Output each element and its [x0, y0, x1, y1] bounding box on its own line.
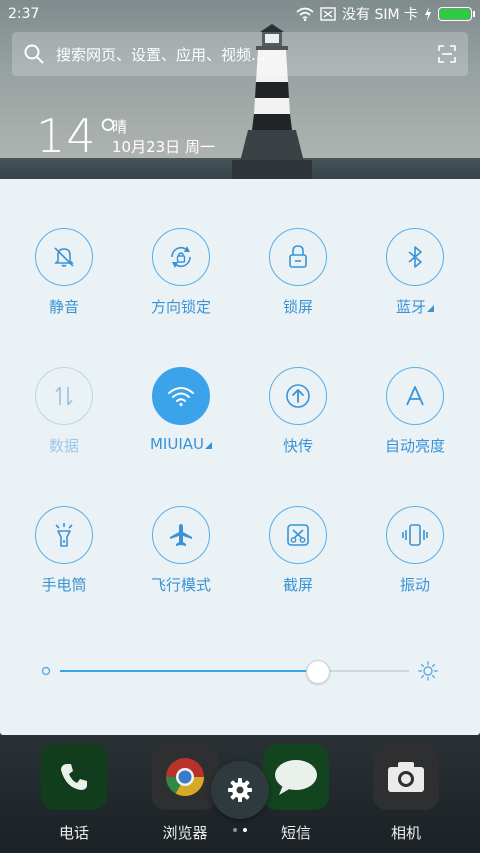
dock-app-label: 短信: [280, 824, 311, 842]
dock-app-label: 浏览器: [162, 824, 208, 842]
status-bar: 2:37 没有 SIM 卡: [0, 0, 480, 28]
tile-label: 数据: [48, 437, 79, 455]
wifi-icon: [152, 367, 210, 425]
search-input[interactable]: 搜索网页、设置、应用、视频...: [56, 44, 438, 65]
tile-vibrate[interactable]: 振动: [356, 506, 474, 595]
tile-label: 静音: [48, 298, 79, 316]
no-sim-icon: [320, 7, 336, 21]
tile-label: 截屏: [282, 576, 313, 594]
bell-off-icon: [35, 228, 93, 286]
weather-condition: 晴: [112, 118, 128, 136]
tile-label: 自动亮度: [384, 437, 445, 455]
tile-bluetooth[interactable]: 蓝牙: [356, 228, 474, 317]
tile-auto-brightness[interactable]: 自动亮度: [356, 367, 474, 456]
tile-rotation-lock[interactable]: 方向锁定: [122, 228, 240, 317]
tile-label: 锁屏: [282, 298, 313, 316]
tile-label: 方向锁定: [150, 298, 211, 316]
page-dot: [233, 828, 237, 832]
tile-label: 快传: [282, 437, 313, 455]
tile-lock-screen[interactable]: 锁屏: [239, 228, 357, 317]
tile-flashlight[interactable]: 手电筒: [5, 506, 123, 595]
data-arrows-icon: [35, 367, 93, 425]
expand-caret-icon[interactable]: [205, 442, 212, 449]
tile-label-text: MIUIAU: [149, 435, 204, 453]
camera-icon: [373, 744, 439, 810]
tile-silent[interactable]: 静音: [5, 228, 123, 317]
dock-app-label: 电话: [58, 824, 89, 842]
browser-icon: [152, 744, 218, 810]
vibrate-icon: [386, 506, 444, 564]
auto-brightness-icon: [386, 367, 444, 425]
page-indicator: [230, 828, 250, 834]
slider-fill: [60, 670, 319, 672]
bluetooth-icon: [386, 228, 444, 286]
charging-icon: [425, 7, 431, 21]
dock-app-camera[interactable]: 相机: [366, 744, 446, 843]
rotation-lock-icon: [152, 228, 210, 286]
phone-icon: [41, 744, 107, 810]
wifi-status-icon: [296, 7, 314, 21]
tile-airplane[interactable]: 飞行模式: [122, 506, 240, 595]
status-icons: 没有 SIM 卡: [296, 4, 475, 24]
tile-screenshot[interactable]: 截屏: [239, 506, 357, 595]
tile-label-text: 蓝牙: [395, 298, 426, 316]
status-time: 2:37: [8, 6, 40, 22]
screenshot-icon: [269, 506, 327, 564]
lock-icon: [269, 228, 327, 286]
tile-label: 振动: [399, 576, 430, 594]
date-text: 10月23日 周一: [112, 138, 215, 156]
tile-label: MIUIAU: [122, 435, 240, 453]
tile-wifi[interactable]: MIUIAU: [122, 367, 240, 453]
airplane-icon: [152, 506, 210, 564]
carrier-text: 没有 SIM 卡: [342, 7, 418, 23]
tile-label: 蓝牙: [356, 296, 474, 317]
battery-icon: [438, 7, 475, 21]
brightness-low-icon: [41, 666, 51, 676]
page-dot-active: [243, 828, 247, 832]
dock-app-phone[interactable]: 电话: [34, 744, 114, 843]
message-icon: [263, 744, 329, 810]
search-icon: [24, 44, 44, 64]
gear-icon: [228, 778, 252, 802]
tile-label: 手电筒: [41, 576, 87, 594]
dock-app-label: 相机: [390, 824, 421, 842]
upload-icon: [269, 367, 327, 425]
tile-quick-transfer[interactable]: 快传: [239, 367, 357, 456]
brightness-high-icon: [418, 661, 438, 681]
tile-mobile-data[interactable]: 数据: [5, 367, 123, 456]
brightness-slider[interactable]: [40, 659, 440, 684]
quick-settings-panel: 静音 方向锁定 锁屏 蓝牙 数据 MIUIAU 快传 自动亮度 手电筒 飞行模式…: [0, 179, 480, 735]
temperature: 14°: [36, 109, 121, 163]
search-bar[interactable]: 搜索网页、设置、应用、视频...: [12, 32, 468, 76]
expand-caret-icon[interactable]: [427, 305, 434, 312]
slider-thumb[interactable]: [306, 660, 331, 684]
scan-icon[interactable]: [438, 45, 456, 63]
settings-button[interactable]: [211, 761, 269, 819]
flashlight-icon: [35, 506, 93, 564]
battery-fill: [440, 9, 470, 19]
tile-label: 飞行模式: [150, 576, 211, 594]
